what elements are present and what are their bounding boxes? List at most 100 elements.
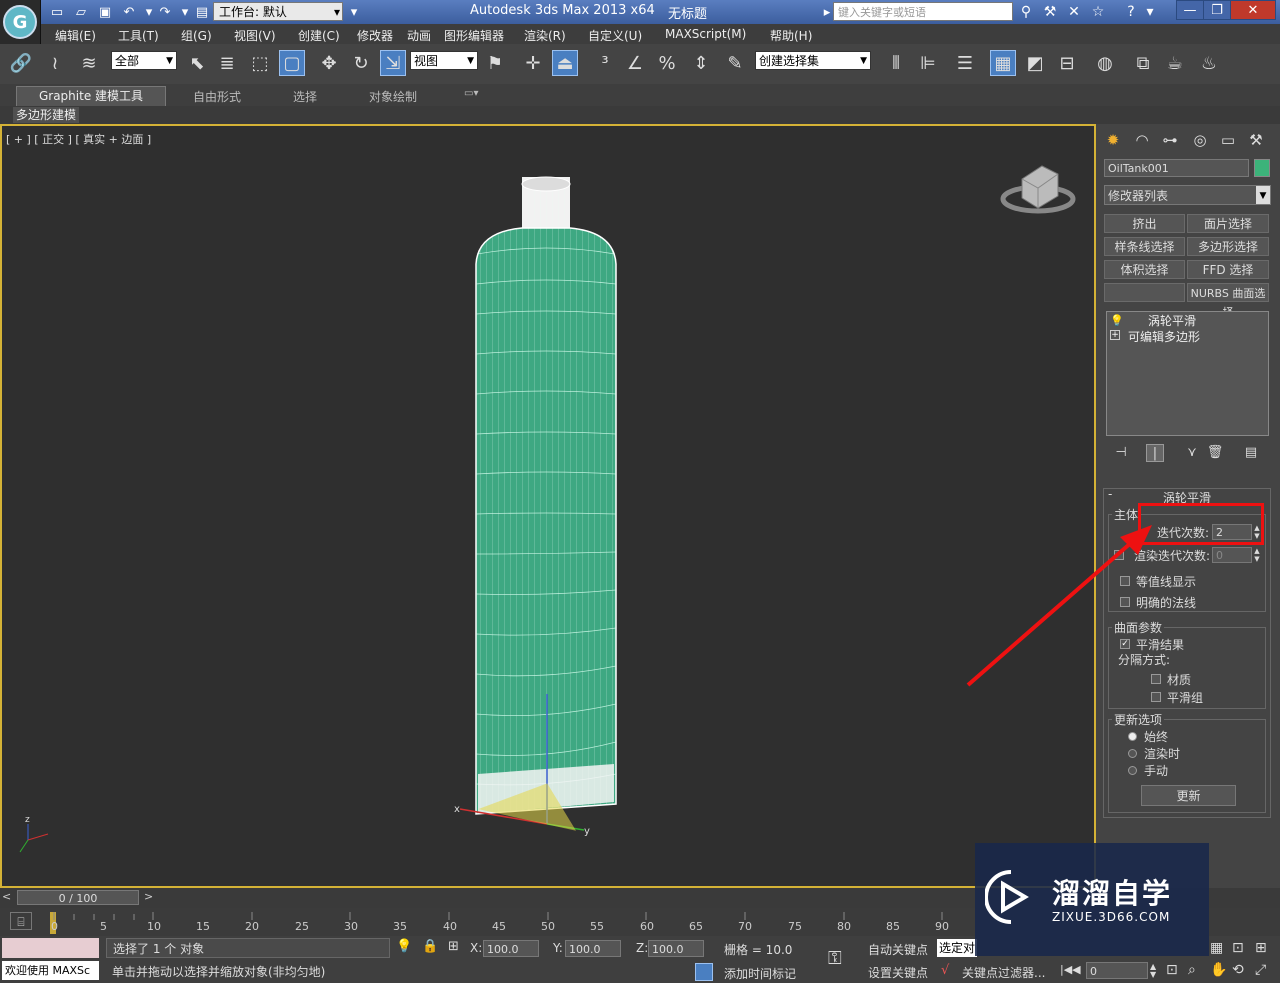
menu-customize[interactable]: 自定义(U) xyxy=(588,27,642,44)
keyboard-shortcut-override-icon[interactable]: ⏏ xyxy=(552,50,578,76)
render-iterations-spinner-input[interactable]: 0 xyxy=(1212,547,1252,563)
snaps-toggle-icon[interactable]: ³ xyxy=(592,50,618,76)
binoculars-icon[interactable]: ⚲ xyxy=(1017,3,1035,21)
zoom-all-icon[interactable]: ▦ xyxy=(1210,940,1223,956)
utilities-tab-icon[interactable]: ⚒ xyxy=(1244,129,1268,151)
favorites-icon[interactable]: ☆ xyxy=(1089,3,1107,21)
layer-manager-icon[interactable]: ☰ xyxy=(952,50,978,76)
menu-views[interactable]: 视图(V) xyxy=(234,27,276,44)
menu-create[interactable]: 创建(C) xyxy=(298,27,340,44)
expand-plus-icon[interactable]: + xyxy=(1110,330,1120,340)
stack-item-editable-poly[interactable]: 可编辑多边形 xyxy=(1128,328,1200,345)
open-file-icon[interactable]: ▱ xyxy=(72,3,90,21)
menu-tools[interactable]: 工具(T) xyxy=(118,27,159,44)
link-icon[interactable]: 🔗 xyxy=(8,50,34,76)
workspace-dropdown[interactable]: 工作台: 默认 ▾ xyxy=(213,2,343,21)
lightbulb-icon[interactable]: 💡 xyxy=(1110,314,1124,327)
selection-filter-dropdown[interactable]: 全部 ▼ xyxy=(111,51,177,70)
rollout-title[interactable]: 涡轮平滑 xyxy=(1104,489,1270,505)
auto-key-button[interactable]: 自动关键点 xyxy=(868,941,928,958)
select-and-rotate-icon[interactable]: ↻ xyxy=(348,50,374,76)
menu-help[interactable]: 帮助(H) xyxy=(770,27,812,44)
ffd-select-modifier-button[interactable]: FFD 选择 xyxy=(1187,260,1269,279)
pin-stack-icon[interactable]: ⊣ xyxy=(1112,444,1130,462)
render-iterations-spinner-arrows[interactable]: ▲ ▼ xyxy=(1253,547,1261,563)
frame-spinner-arrows[interactable]: ▲ ▼ xyxy=(1150,963,1156,979)
render-setup-icon[interactable]: ⧉ xyxy=(1130,50,1156,76)
percent-snap-icon[interactable]: % xyxy=(654,50,680,76)
time-slider[interactable]: 0 / 100 xyxy=(17,890,139,905)
scene-explorer-icon[interactable]: ▦ xyxy=(990,50,1016,76)
time-tag-icon[interactable] xyxy=(695,963,713,981)
bottle-mesh[interactable] xyxy=(475,176,617,815)
menu-rendering[interactable]: 渲染(R) xyxy=(524,27,566,44)
maximize-button[interactable]: ❐ xyxy=(1203,0,1231,20)
undo-icon[interactable]: ↶ xyxy=(120,3,138,21)
zoom-extents-all-icon[interactable]: ⊞ xyxy=(1255,940,1267,956)
angle-snap-icon[interactable]: ∠ xyxy=(622,50,648,76)
material-editor-icon[interactable]: ◍ xyxy=(1092,50,1118,76)
isolate-selection-icon[interactable]: 💡 xyxy=(396,939,412,954)
time-config-icon[interactable]: ⊡ xyxy=(1166,962,1178,978)
align-icon[interactable]: ⊫ xyxy=(915,50,941,76)
go-to-start-icon[interactable]: |◀◀ xyxy=(1060,963,1081,976)
update-always-radio[interactable] xyxy=(1128,732,1137,741)
motion-tab-icon[interactable]: ◎ xyxy=(1188,129,1212,151)
add-time-tag-label[interactable]: 添加时间标记 xyxy=(724,965,796,982)
redo-dropdown-icon[interactable]: ▾ xyxy=(176,3,194,21)
pan-hand-icon[interactable]: ✋ xyxy=(1210,962,1227,978)
volume-select-modifier-button[interactable]: 体积选择 xyxy=(1104,260,1185,279)
rendered-frame-window-icon[interactable]: ☕ xyxy=(1162,50,1188,76)
create-tab-icon[interactable]: ✹ xyxy=(1101,129,1125,151)
display-tab-icon[interactable]: ▭ xyxy=(1216,129,1240,151)
zoom-icon[interactable]: ⌕ xyxy=(1188,962,1196,978)
empty-modifier-button[interactable] xyxy=(1104,283,1185,302)
spinner-snap-icon[interactable]: ⇕ xyxy=(688,50,714,76)
edit-named-selection-icon[interactable]: ✎ xyxy=(722,50,748,76)
update-manual-radio[interactable] xyxy=(1128,766,1137,775)
update-button[interactable]: 更新 xyxy=(1141,785,1236,806)
window-crossing-icon[interactable]: ▢ xyxy=(279,50,305,76)
quick-access-dropdown-icon[interactable]: ▾ xyxy=(345,3,363,21)
menu-graph-editors[interactable]: 图形编辑器 xyxy=(444,27,504,44)
extrude-modifier-button[interactable]: 挤出 xyxy=(1104,214,1185,233)
menu-animation[interactable]: 动画 xyxy=(407,27,431,44)
viewcube[interactable] xyxy=(1000,165,1076,214)
tab-object-paint[interactable]: 对象绘制 xyxy=(369,88,417,105)
select-object-icon[interactable]: ⬉ xyxy=(184,50,210,76)
search-input[interactable]: 键入关键字或短语 xyxy=(833,2,1013,21)
tab-graphite-modeling[interactable]: Graphite 建模工具 xyxy=(16,86,166,106)
menu-modifiers[interactable]: 修改器 xyxy=(357,27,393,44)
ribbon-options-icon[interactable]: ▭▾ xyxy=(464,88,478,99)
bind-space-warp-icon[interactable]: ≋ xyxy=(76,50,102,76)
orbit-icon[interactable]: ⟲ xyxy=(1232,962,1244,978)
stack-item-turbosmooth[interactable]: 涡轮平滑 xyxy=(1148,312,1196,329)
schematic-view-icon[interactable]: ⊟ xyxy=(1054,50,1080,76)
select-and-move-icon[interactable]: ✥ xyxy=(316,50,342,76)
modify-tab-icon[interactable]: ◠ xyxy=(1130,129,1154,151)
key-filter-curve-icon[interactable]: √ xyxy=(941,963,949,978)
minimize-button[interactable]: — xyxy=(1176,0,1204,20)
absolute-mode-icon[interactable]: ⊞ xyxy=(448,939,459,954)
project-folder-icon[interactable]: ▤ xyxy=(193,3,211,21)
hierarchy-tab-icon[interactable]: ⊶ xyxy=(1158,129,1182,151)
patch-select-modifier-button[interactable]: 面片选择 xyxy=(1187,214,1269,233)
modifier-list-dropdown[interactable]: 修改器列表 ▼ xyxy=(1104,185,1271,205)
show-end-result-icon[interactable]: | xyxy=(1146,444,1164,462)
redo-icon[interactable]: ↷ xyxy=(156,3,174,21)
set-key-icon[interactable]: ⚿ xyxy=(828,948,842,969)
reference-coordinate-dropdown[interactable]: 视图 ▼ xyxy=(410,51,478,70)
render-production-icon[interactable]: ♨ xyxy=(1196,50,1222,76)
spline-select-modifier-button[interactable]: 样条线选择 xyxy=(1104,237,1185,256)
update-when-rendering-radio[interactable] xyxy=(1128,749,1137,758)
zoom-extents-icon[interactable]: ⊡ xyxy=(1232,940,1244,956)
select-manipulate-icon[interactable]: ✛ xyxy=(520,50,546,76)
select-by-name-icon[interactable]: ≣ xyxy=(214,50,240,76)
next-frame-icon[interactable]: > xyxy=(144,890,153,903)
maxscript-listener-input[interactable] xyxy=(2,938,99,958)
communication-icon[interactable]: ✕ xyxy=(1065,3,1083,21)
named-selection-sets-dropdown[interactable]: 创建选择集 ▼ xyxy=(755,51,871,70)
new-file-icon[interactable]: ▭ xyxy=(48,3,66,21)
set-key-button[interactable]: 设置关键点 xyxy=(868,964,928,981)
key-mode-dropdown[interactable]: 选定对 xyxy=(937,939,977,957)
